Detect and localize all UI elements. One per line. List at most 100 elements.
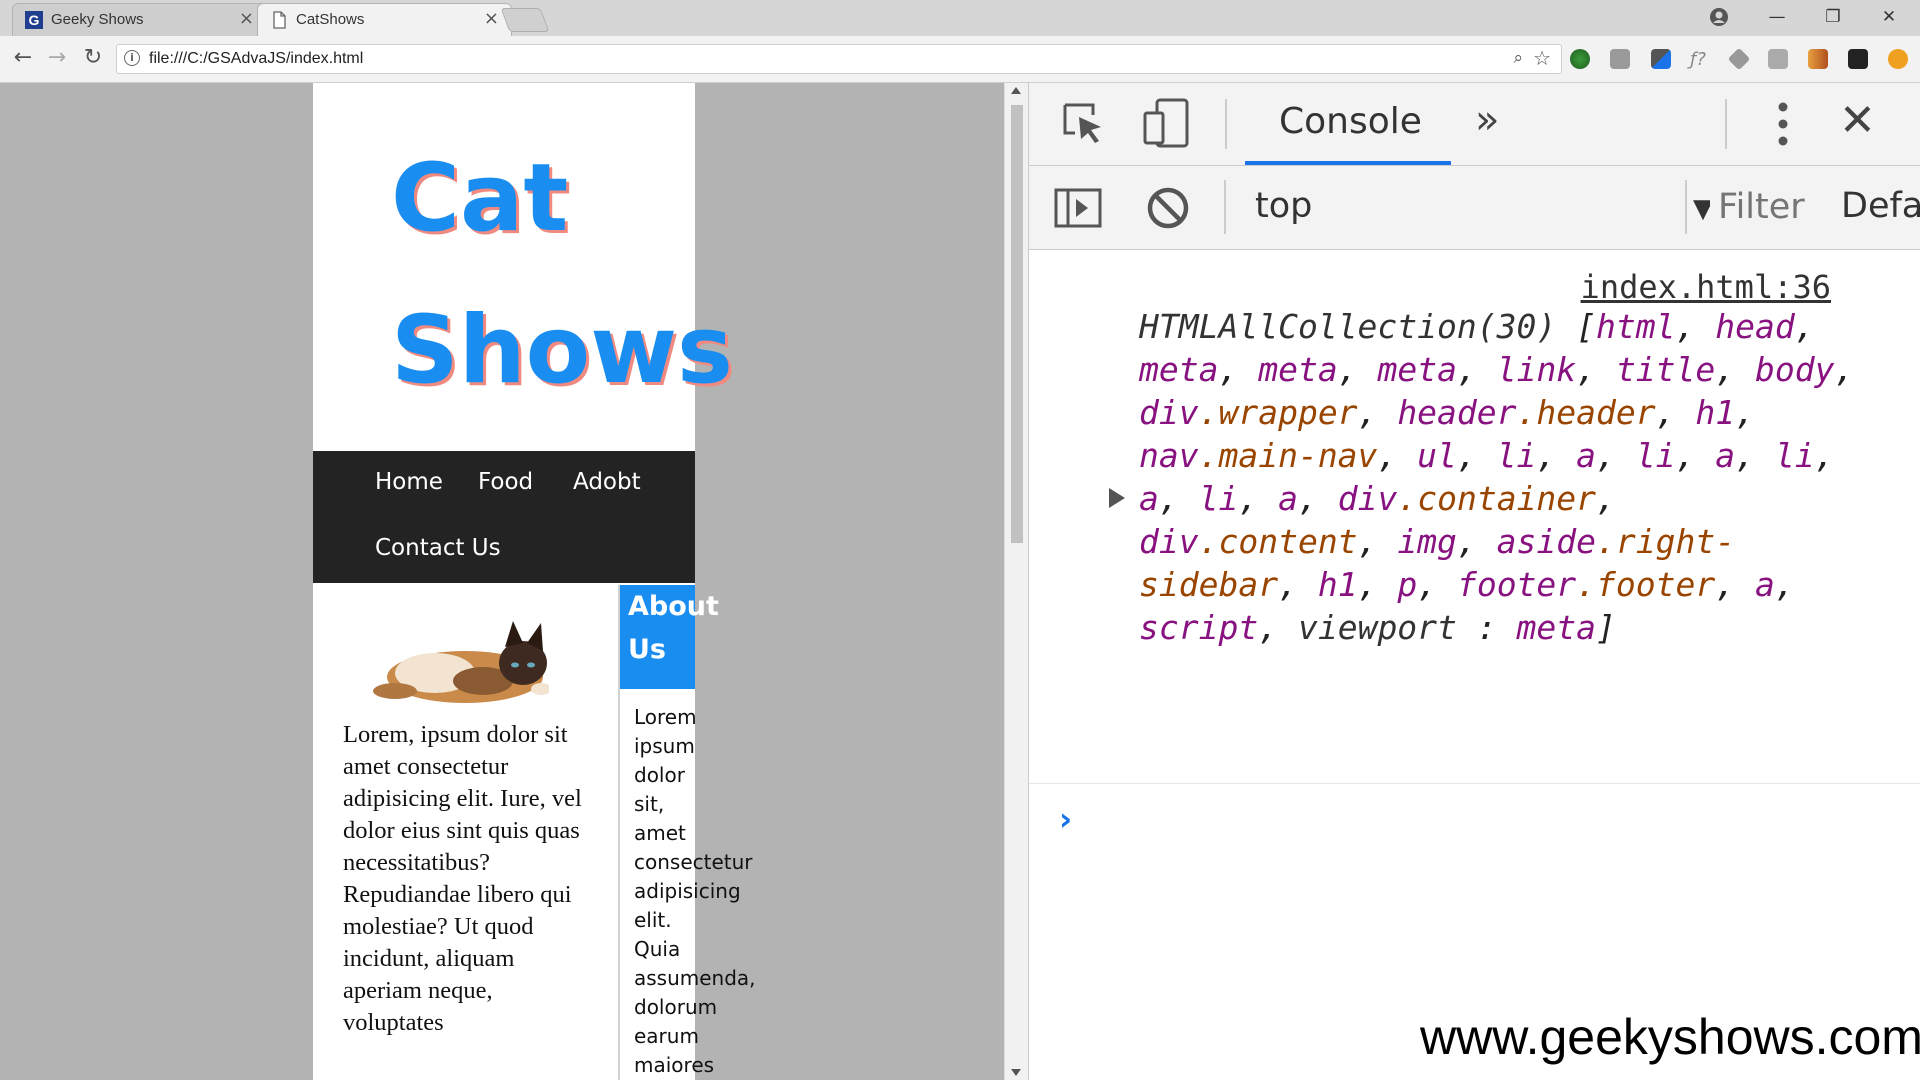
active-tab-indicator: [1245, 161, 1451, 165]
log-item-tag: aside: [1496, 522, 1597, 561]
message-divider: [1029, 783, 1920, 784]
log-item-class: .content: [1198, 522, 1358, 561]
scroll-down-icon[interactable]: [1011, 1069, 1021, 1076]
extension-alert-icon[interactable]: [1888, 49, 1908, 69]
scroll-up-icon[interactable]: [1011, 87, 1021, 94]
inspect-element-icon[interactable]: [1059, 99, 1107, 147]
tab-geeky-shows[interactable]: G Geeky Shows ×: [12, 3, 267, 36]
log-item-tag: div: [1139, 393, 1199, 432]
context-select[interactable]: top ▼: [1249, 178, 1719, 236]
log-item-tag: meta: [1139, 350, 1219, 389]
nav-link-food[interactable]: Food: [478, 469, 533, 495]
log-item-tag: header: [1397, 393, 1517, 432]
tab-catshows[interactable]: CatShows ×: [257, 3, 512, 36]
nav-link-home[interactable]: Home: [375, 469, 443, 495]
log-item-tag: li: [1496, 436, 1537, 475]
extension-css-icon[interactable]: [1768, 49, 1788, 69]
bookmark-star-icon[interactable]: ☆: [1533, 46, 1551, 70]
log-item-tag: a: [1755, 565, 1775, 604]
page-scrollbar[interactable]: [1004, 83, 1028, 1080]
address-bar[interactable]: i file:///C:/GSAdvaJS/index.html ⌕ ☆: [116, 44, 1562, 74]
extension-incognito-icon[interactable]: [1848, 49, 1868, 69]
sidebar-word: ipsum: [634, 734, 695, 758]
nav-link-adobt[interactable]: Adobt: [573, 469, 641, 495]
devtools-toolbar: Console » ✕: [1029, 83, 1920, 166]
log-item: link,: [1496, 350, 1616, 389]
log-item-tag: body: [1755, 350, 1835, 389]
url-text: file:///C:/GSAdvaJS/index.html: [149, 50, 364, 67]
log-item-tag: a: [1715, 436, 1736, 475]
devtools-panel: Console » ✕ top ▼ Defa index.html:36: [1028, 83, 1920, 1080]
extension-camera-icon[interactable]: [1610, 49, 1630, 69]
filter-input[interactable]: [1710, 180, 1836, 234]
log-item-tag: meta: [1258, 350, 1338, 389]
log-item: meta,: [1258, 350, 1378, 389]
log-item: li,: [1635, 436, 1716, 475]
sidebar-word: sit,: [634, 792, 665, 816]
clear-console-icon[interactable]: [1146, 186, 1190, 230]
extension-ruler-icon[interactable]: [1808, 49, 1828, 69]
close-devtools-icon[interactable]: ✕: [1839, 95, 1876, 146]
main-nav: Home Food Adobt Contact Us: [313, 451, 695, 583]
scroll-thumb[interactable]: [1011, 105, 1023, 543]
sidebar-word: consectetur: [634, 850, 753, 874]
minimize-icon[interactable]: —: [1754, 4, 1800, 30]
reload-icon[interactable]: ↻: [80, 45, 106, 71]
cat-image: [373, 621, 549, 703]
profile-icon[interactable]: [1696, 4, 1742, 30]
log-item: meta,: [1377, 350, 1497, 389]
new-tab-button[interactable]: [500, 8, 550, 32]
back-icon[interactable]: ←: [10, 45, 36, 71]
close-window-icon[interactable]: ✕: [1866, 4, 1912, 30]
console-prompt-icon[interactable]: ›: [1059, 800, 1072, 838]
extension-formula-icon[interactable]: ƒ?: [1690, 49, 1710, 70]
log-levels-select[interactable]: Defa: [1841, 186, 1920, 226]
console-sidebar-icon[interactable]: [1054, 188, 1102, 228]
log-item-tag: meta: [1377, 350, 1457, 389]
log-item: a,: [1576, 436, 1636, 475]
extension-globe-icon[interactable]: [1570, 49, 1590, 69]
info-icon[interactable]: i: [124, 50, 140, 66]
log-item-tag: link: [1496, 350, 1577, 389]
log-item: p,: [1397, 565, 1457, 604]
log-item: a,: [1278, 479, 1338, 518]
log-open-bracket: [: [1556, 307, 1596, 346]
sidebar-paragraph: Lorem ipsum dolor sit, amet consectetur adipis…: [634, 703, 764, 1080]
log-item-tag: title: [1615, 350, 1716, 389]
log-item-tag: li: [1635, 436, 1676, 475]
console-toolbar: top ▼ Defa: [1029, 166, 1920, 250]
toolbar-divider: [1224, 180, 1226, 234]
restore-icon[interactable]: ❐: [1810, 4, 1856, 30]
site-wrapper: Cat Shows Home Food Adobt Contact Us Lor…: [313, 83, 756, 1080]
sidebar-word: dolorum: [634, 995, 718, 1019]
tab-close-icon[interactable]: ×: [239, 8, 254, 29]
log-item-tag: html: [1595, 307, 1676, 346]
extension-diamond-icon[interactable]: [1727, 47, 1751, 71]
watermark: www.geekyshows.com: [1420, 1009, 1920, 1065]
forward-icon[interactable]: →: [44, 45, 70, 71]
log-item: script,: [1139, 608, 1298, 647]
sidebar-word: Quia: [634, 937, 681, 961]
log-item-tag: script: [1139, 608, 1259, 647]
browser-toolbar: ← → ↻ i file:///C:/GSAdvaJS/index.html ⌕…: [0, 36, 1920, 83]
device-toolbar-icon[interactable]: [1141, 97, 1191, 149]
log-item-tag: head: [1715, 307, 1795, 346]
site-title: Cat Shows: [391, 123, 733, 427]
log-item: header.header,: [1397, 393, 1696, 432]
zoom-icon[interactable]: ⌕: [1513, 48, 1523, 68]
extension-colorpicker-icon[interactable]: [1651, 49, 1671, 69]
sidebar-word: assumenda,: [634, 966, 756, 990]
log-item-tag: ul: [1417, 436, 1457, 475]
more-tabs-icon[interactable]: »: [1475, 97, 1499, 143]
kebab-menu-icon[interactable]: [1777, 101, 1789, 147]
log-named-value: meta: [1516, 608, 1597, 647]
log-message[interactable]: HTMLAllCollection(30) [html, head, meta,…: [1139, 305, 1869, 649]
nav-link-contact[interactable]: Contact Us: [375, 535, 501, 561]
tab-close-icon[interactable]: ×: [484, 8, 499, 29]
tab-console[interactable]: Console: [1245, 83, 1451, 165]
log-source-link[interactable]: index.html:36: [1581, 268, 1831, 306]
log-items: html, head, meta, meta, meta, link, titl…: [1139, 307, 1854, 647]
expand-triangle-icon[interactable]: [1109, 488, 1125, 508]
log-item-tag: footer: [1456, 565, 1577, 604]
log-item-class: .main-nav: [1198, 436, 1378, 475]
